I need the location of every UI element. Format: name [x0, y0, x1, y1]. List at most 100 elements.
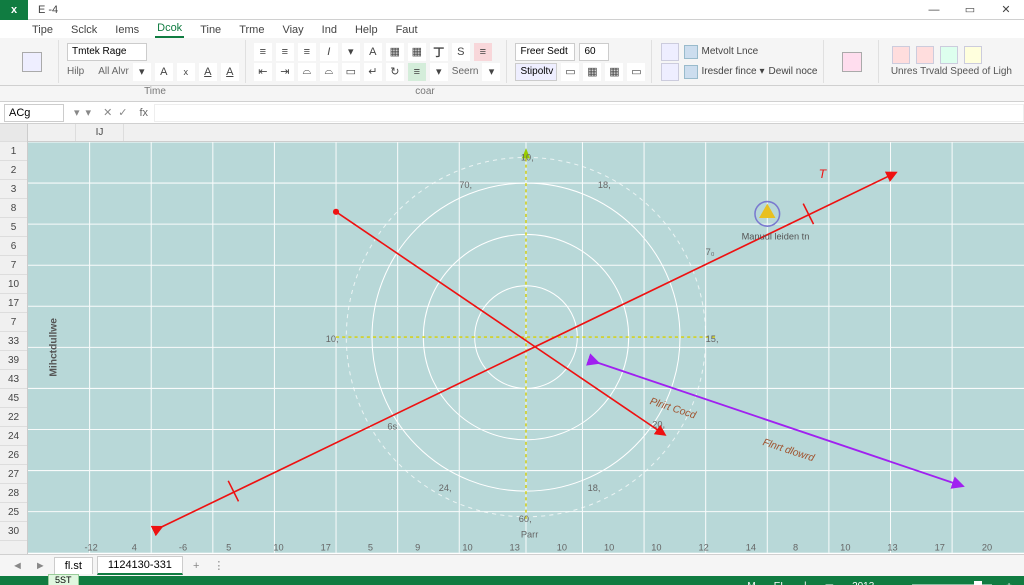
- fill-green-button[interactable]: ≡: [408, 63, 426, 81]
- group-label-coar: coar: [310, 86, 540, 101]
- menu-tab[interactable]: Iems: [113, 22, 141, 38]
- svg-text:10: 10: [273, 543, 283, 553]
- right-icon-3[interactable]: [940, 46, 958, 64]
- menu-tab[interactable]: Dcok: [155, 20, 184, 38]
- rad-label: 70,: [459, 180, 472, 190]
- bold-button[interactable]: 丁: [430, 43, 448, 61]
- small-icon[interactable]: ▦: [605, 63, 623, 81]
- tab-nav-next[interactable]: ►: [31, 560, 50, 572]
- dropdown-icon[interactable]: ▾: [74, 106, 80, 119]
- minimize-button[interactable]: —: [916, 0, 952, 20]
- table-icon[interactable]: [661, 63, 679, 81]
- align-right-icon[interactable]: ≡: [298, 43, 316, 61]
- border-top-icon[interactable]: ⌓: [320, 63, 338, 81]
- font-small-button[interactable]: x: [177, 63, 195, 81]
- zoom-in-button[interactable]: +: [1002, 581, 1016, 585]
- right-icon-4[interactable]: [964, 46, 982, 64]
- menu-tab[interactable]: Tipe: [30, 22, 55, 38]
- sheet-tabs: ◄ ► fl.st 1124130-331 + ⋮: [0, 554, 1024, 576]
- menu-tab[interactable]: Help: [353, 22, 380, 38]
- formula-input[interactable]: [154, 104, 1024, 122]
- border-icon[interactable]: ▦: [386, 43, 404, 61]
- svg-text:17: 17: [935, 543, 945, 553]
- chart-icon[interactable]: [661, 43, 679, 61]
- small-icon[interactable]: ▭: [561, 63, 579, 81]
- rad-label: 10,: [521, 152, 534, 162]
- formula-bar: ACg ▾ ▾ ✕ ✓ fx: [0, 102, 1024, 124]
- fx-icon[interactable]: fx: [134, 107, 155, 119]
- svg-text:13: 13: [887, 543, 897, 553]
- svg-text:10: 10: [604, 543, 614, 553]
- font-color-button[interactable]: A: [199, 63, 217, 81]
- paste-button[interactable]: [12, 52, 52, 72]
- dewil-button[interactable]: Dewil noce: [769, 66, 818, 77]
- add-sheet-button[interactable]: +: [187, 560, 205, 572]
- svg-text:8: 8: [793, 543, 798, 553]
- font-name-combo[interactable]: Freer Sedt: [515, 43, 575, 61]
- close-button[interactable]: ✕: [988, 0, 1024, 20]
- row-headers[interactable]: 1238567101773339434522242627282530: [0, 124, 28, 554]
- svg-text:9: 9: [415, 543, 420, 553]
- dropdown-icon[interactable]: ▾: [86, 106, 92, 119]
- indent-icon[interactable]: ⇤: [254, 63, 272, 81]
- status-item[interactable]: ▭: [821, 581, 838, 585]
- dropdown-icon[interactable]: ▾: [133, 63, 151, 81]
- align-left-icon[interactable]: ≡: [254, 43, 272, 61]
- font-size-combo[interactable]: 60: [579, 43, 609, 61]
- font-small-button[interactable]: A: [155, 63, 173, 81]
- small-icon[interactable]: ▭: [627, 63, 645, 81]
- style-combo[interactable]: Tmtek Rage: [67, 43, 147, 61]
- menu-tab[interactable]: Ind: [320, 22, 339, 38]
- column-headers[interactable]: IJ: [28, 124, 1024, 142]
- status-item[interactable]: M: [743, 581, 759, 585]
- border-bottom-icon[interactable]: ⌓: [298, 63, 316, 81]
- rotate-icon[interactable]: ↻: [386, 63, 404, 81]
- dropdown-icon[interactable]: ▾: [342, 43, 360, 61]
- menu-tab[interactable]: Trme: [237, 22, 266, 38]
- align-center-icon[interactable]: ≡: [276, 43, 294, 61]
- seern-label: Seern: [452, 66, 479, 77]
- refresh-button[interactable]: [832, 52, 872, 72]
- menu-tab[interactable]: Sclck: [69, 22, 99, 38]
- status-divider: |: [800, 581, 811, 585]
- tab-nav-prev[interactable]: ◄: [8, 560, 27, 572]
- rad-label: 6s: [387, 422, 397, 432]
- svg-text:13: 13: [510, 543, 520, 553]
- small-icon[interactable]: ▦: [583, 63, 601, 81]
- sprint-button[interactable]: Stipoltv: [515, 63, 557, 81]
- indent-icon[interactable]: ⇥: [276, 63, 294, 81]
- document-title: E -4: [38, 4, 58, 16]
- name-box[interactable]: ACg: [4, 104, 64, 122]
- sheet-tab[interactable]: fl.st: [54, 557, 93, 574]
- accept-icon[interactable]: ✓: [118, 106, 127, 119]
- iresder-button[interactable]: Iresder fince▾: [684, 65, 764, 79]
- maximize-button[interactable]: ▭: [952, 0, 988, 20]
- rad-label: 60,: [519, 514, 532, 524]
- italic-button[interactable]: I: [320, 43, 338, 61]
- metvolt-button[interactable]: Metvolt Lnce: [684, 45, 758, 59]
- sheet-tab[interactable]: 1124130-331: [97, 556, 183, 575]
- paste-icon: [22, 52, 42, 72]
- menu-tab[interactable]: Tine: [198, 22, 223, 38]
- merge-icon[interactable]: ▭: [342, 63, 360, 81]
- rad-label: 18,: [598, 180, 611, 190]
- strike-button[interactable]: S: [452, 43, 470, 61]
- fill-color-button[interactable]: A: [221, 63, 239, 81]
- right-icon-1[interactable]: [892, 46, 910, 64]
- cancel-icon[interactable]: ✕: [103, 106, 112, 119]
- menu-tab[interactable]: Faut: [394, 22, 420, 38]
- rad-label: 24,: [439, 483, 452, 493]
- menu-tab[interactable]: Viay: [280, 22, 305, 38]
- status-item[interactable]: EL: [770, 581, 790, 585]
- dropdown-icon[interactable]: ▾: [430, 63, 448, 81]
- menu-tabs: Tipe Sclck Iems Dcok Tine Trme Viay Ind …: [0, 20, 1024, 38]
- highlight-button[interactable]: ≡: [474, 43, 492, 61]
- zoom-out-button[interactable]: −: [888, 581, 902, 585]
- right-icon-2[interactable]: [916, 46, 934, 64]
- wrap-icon[interactable]: ↵: [364, 63, 382, 81]
- font-button[interactable]: A: [364, 43, 382, 61]
- border-icon[interactable]: ▦: [408, 43, 426, 61]
- y-axis-label: Mihctdullwe: [49, 318, 60, 377]
- chart-canvas[interactable]: 10, 70, 18, 7₀ 10, 15, 6s 20, 24, 18, 60…: [28, 142, 1024, 553]
- dropdown-icon[interactable]: ▾: [482, 63, 500, 81]
